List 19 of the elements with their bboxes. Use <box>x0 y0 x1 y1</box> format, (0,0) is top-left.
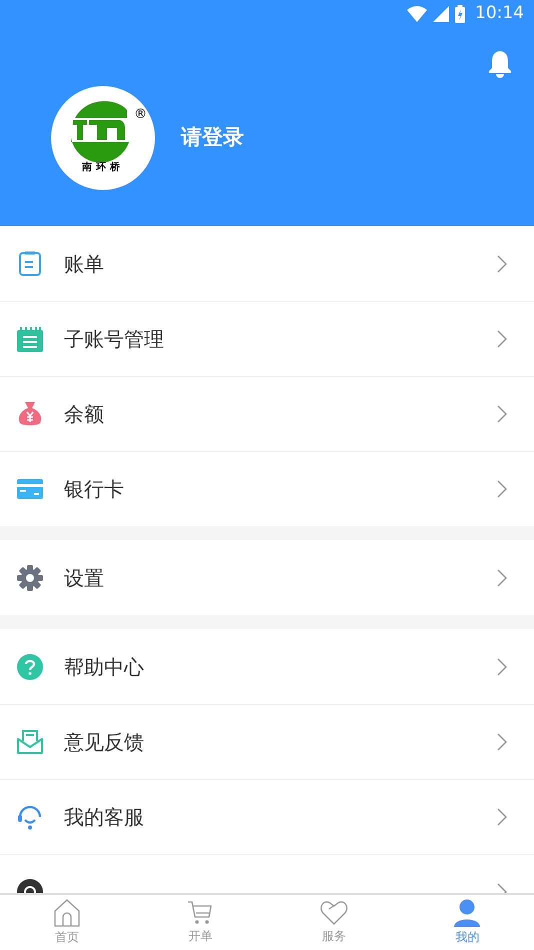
menu-item[interactable]: 余额 <box>0 376 534 451</box>
menu-item[interactable]: 设置 <box>0 540 534 615</box>
logo-text: 南环桥 <box>82 163 124 173</box>
menu-label: 余额 <box>64 401 104 428</box>
status-time: 10:14 <box>475 2 524 26</box>
menu-item[interactable]: 我的客服 <box>0 779 534 854</box>
menu-item[interactable]: 银行卡 <box>0 451 534 526</box>
menu-item[interactable]: 子账号管理 <box>0 301 534 376</box>
menu-label: 设置 <box>64 564 104 592</box>
menu-item[interactable]: 账单 <box>0 226 534 301</box>
menu-label: 我的客服 <box>64 804 144 831</box>
menu-item[interactable]: 意见反馈 <box>0 704 534 779</box>
menu-label: 意见反馈 <box>64 729 144 756</box>
menu-label: 帮助中心 <box>64 654 144 680</box>
menu-item[interactable]: 帮助中心 <box>0 629 534 704</box>
logo-mark: ® <box>134 108 147 121</box>
menu-label: 银行卡 <box>64 476 124 503</box>
menu-label: 子账号管理 <box>64 326 164 353</box>
menu-label: 账单 <box>64 250 104 278</box>
